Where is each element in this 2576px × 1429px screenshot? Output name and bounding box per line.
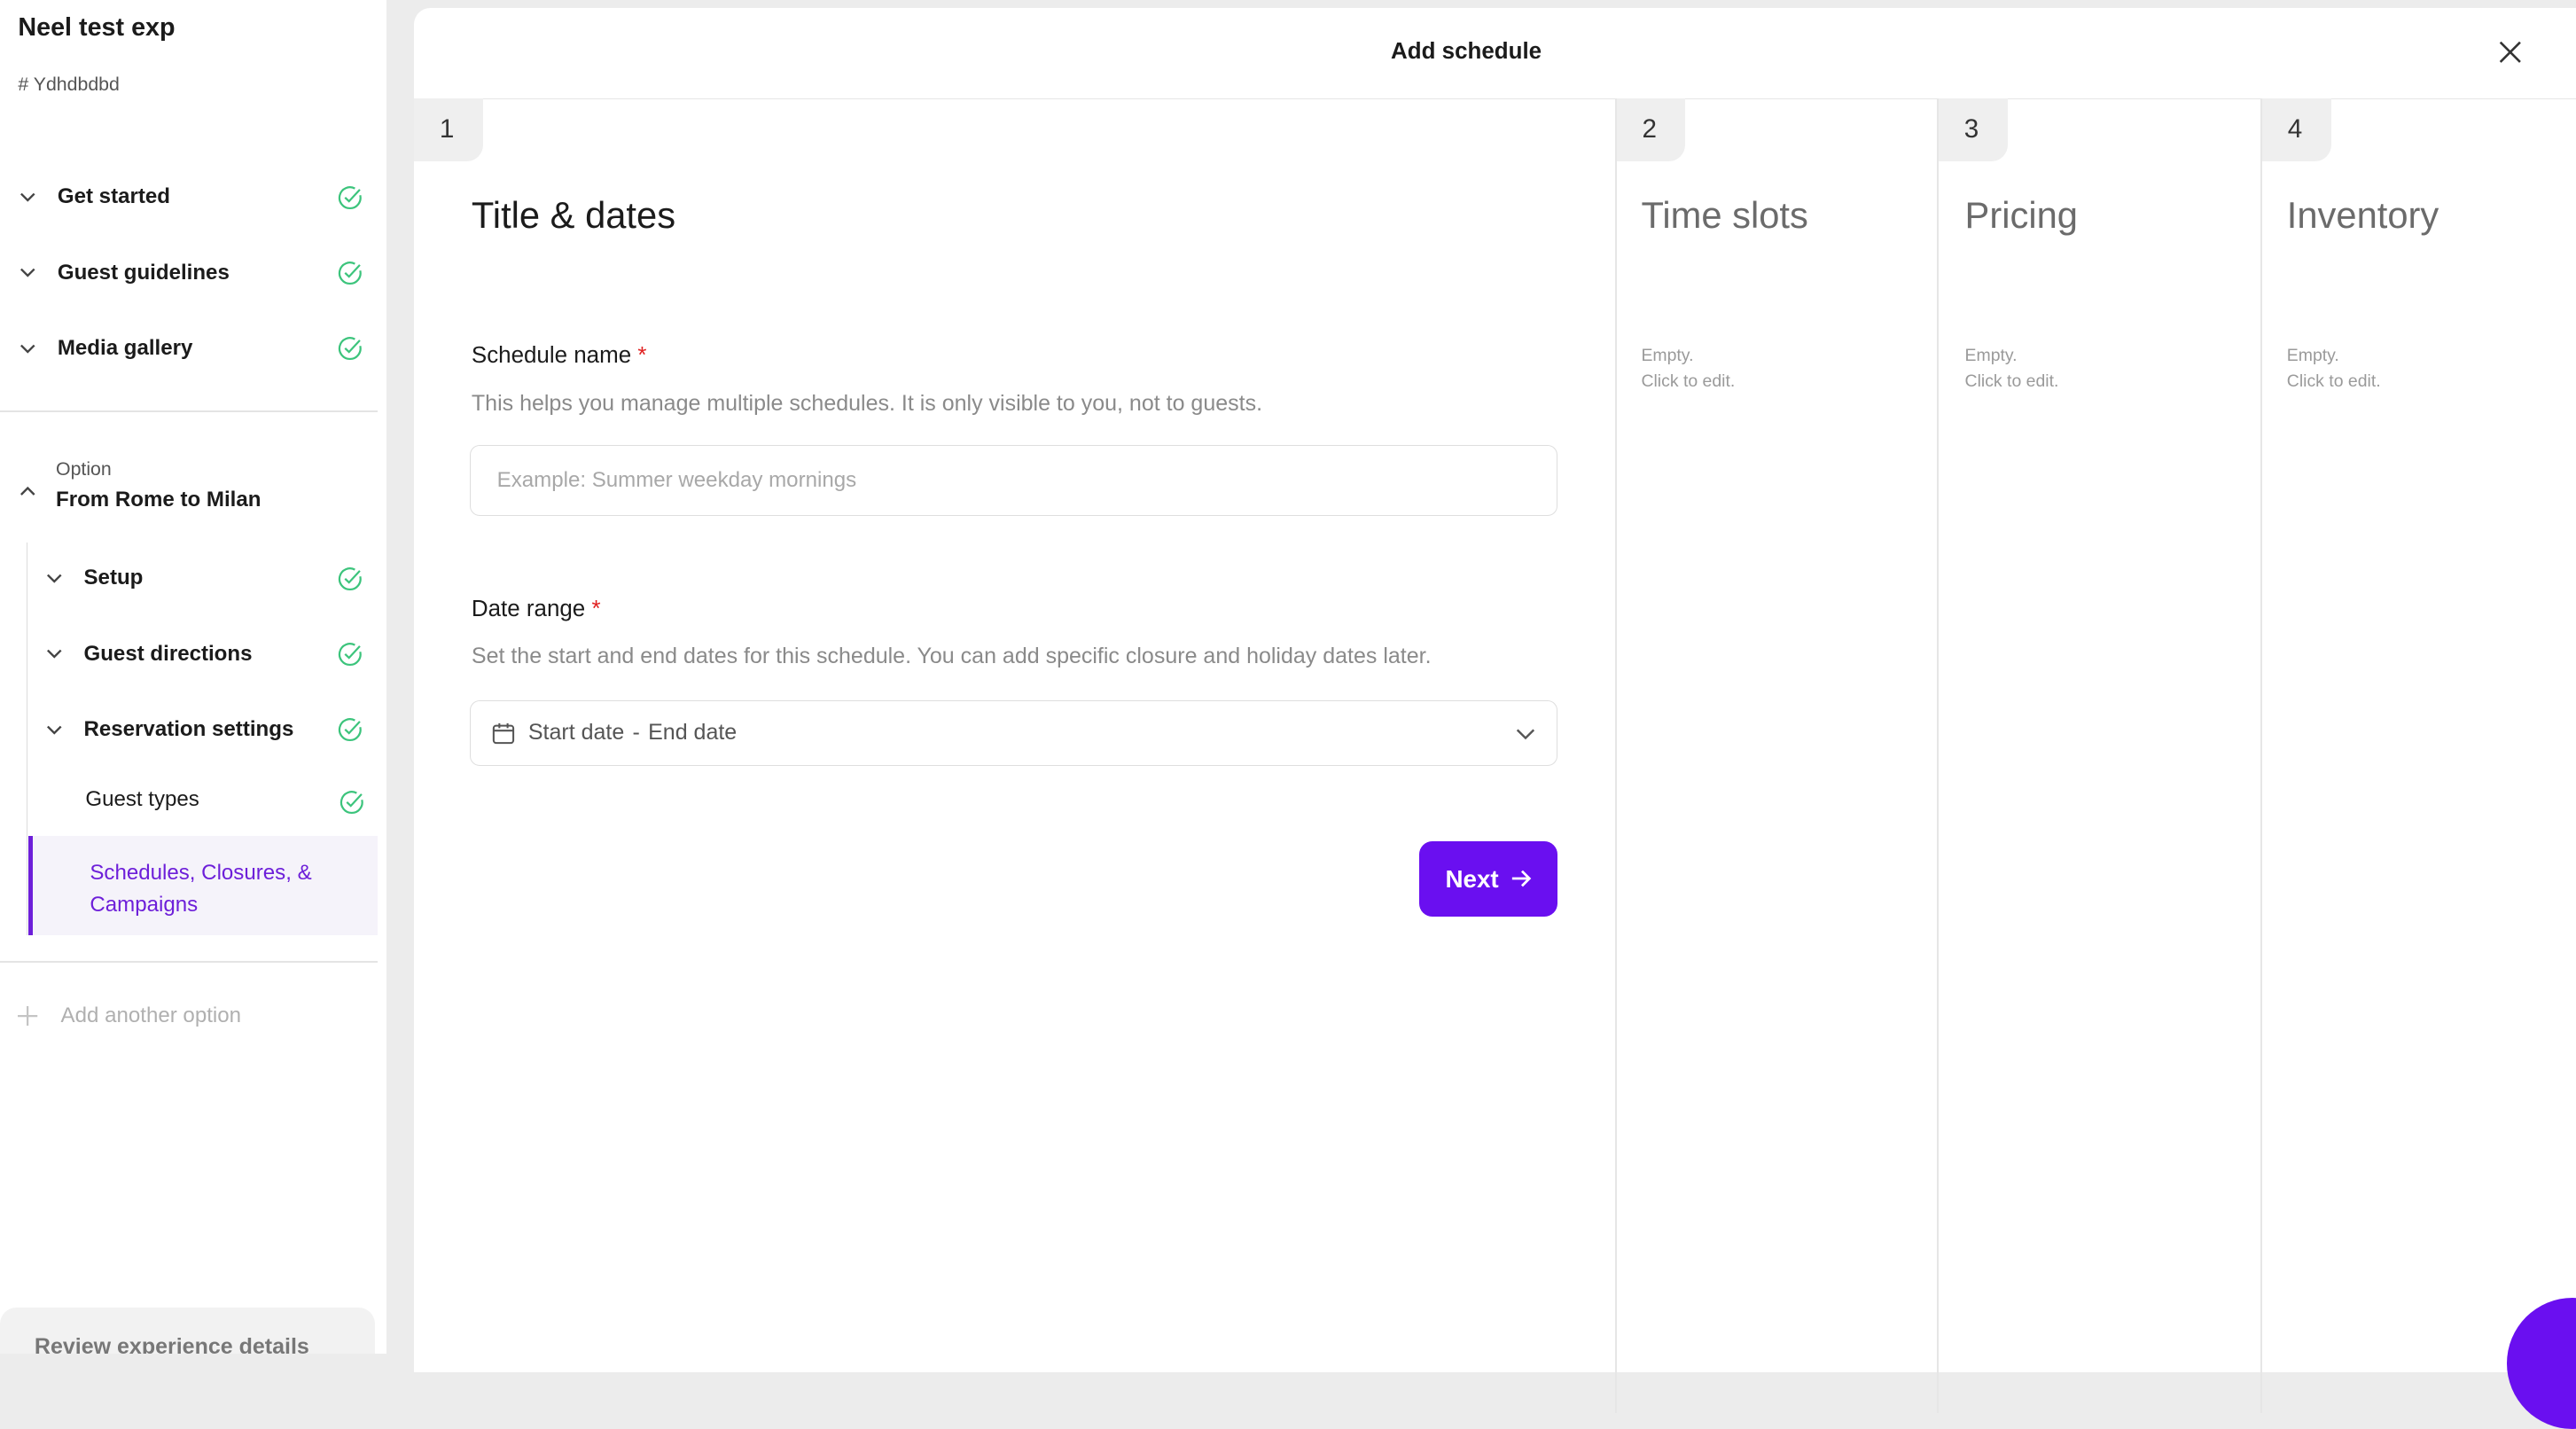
arrow-right-icon: [1511, 871, 1531, 887]
experience-id: # Ydhdbdbd: [18, 74, 120, 96]
empty-label: Empty.: [1641, 346, 1694, 366]
next-button[interactable]: Next: [1419, 840, 1557, 918]
sidebar-item-label: Media gallery: [57, 335, 193, 360]
calendar-icon: [492, 722, 515, 744]
review-experience-details-button[interactable]: Review experience details: [0, 1308, 375, 1355]
check-circle-icon: [338, 718, 362, 742]
column-divider: [2260, 98, 2262, 1413]
sidebar-item-label: Get started: [57, 184, 170, 209]
chevron-down-icon: [20, 264, 36, 281]
check-circle-icon: [340, 790, 363, 814]
option-label: Option: [56, 458, 112, 480]
step-number-1: 1: [414, 98, 483, 161]
step-title-pricing[interactable]: Pricing: [1965, 194, 2078, 237]
add-another-option-button[interactable]: Add another option: [18, 1003, 241, 1028]
schedule-name-help: This helps you manage multiple schedules…: [471, 391, 1263, 417]
step-number-2[interactable]: 2: [1616, 98, 1686, 161]
start-date-placeholder: Start date: [527, 720, 625, 746]
sidebar-item-label: Schedules, Closures, & Campaigns: [90, 861, 312, 917]
click-to-edit-label: Click to edit.: [1964, 371, 2059, 392]
sidebar-item-label: Setup: [83, 566, 144, 590]
step-number-3[interactable]: 3: [1938, 98, 2008, 161]
sidebar-divider: [0, 961, 379, 964]
click-to-edit-label: Click to edit.: [1641, 371, 1736, 392]
chevron-down-icon: [1516, 729, 1534, 739]
inventory-empty-note[interactable]: Empty. Click to edit.: [2287, 343, 2381, 394]
chevron-down-icon: [46, 570, 63, 587]
chevron-down-icon: [46, 722, 63, 738]
sidebar-item-guest-guidelines[interactable]: Guest guidelines: [20, 254, 384, 291]
step-title-title-dates: Title & dates: [471, 193, 676, 236]
check-circle-icon: [338, 185, 362, 209]
chevron-down-icon: [46, 645, 63, 662]
time-slots-empty-note[interactable]: Empty. Click to edit.: [1641, 343, 1735, 394]
required-mark: *: [591, 596, 601, 621]
sidebar-item-setup[interactable]: Setup: [46, 560, 385, 597]
schedule-name-label: Schedule name *: [472, 343, 647, 369]
required-mark: *: [637, 343, 647, 369]
check-circle-icon: [338, 261, 362, 285]
date-range-label: Date range *: [472, 597, 601, 622]
empty-label: Empty.: [2286, 346, 2339, 366]
sidebar-item-label: Guest directions: [83, 641, 253, 666]
chevron-down-icon: [20, 340, 36, 357]
close-icon[interactable]: [2497, 39, 2524, 66]
schedule-name-label-text: Schedule name: [471, 343, 632, 369]
add-option-label: Add another option: [60, 1003, 242, 1028]
sidebar-divider: [0, 410, 379, 413]
option-title[interactable]: From Rome to Milan: [56, 488, 261, 512]
date-range-help: Set the start and end dates for this sch…: [471, 644, 1432, 669]
experience-title: Neel test exp: [18, 12, 176, 42]
modal-title: Add schedule: [1391, 39, 1542, 65]
end-date-placeholder: End date: [648, 720, 738, 746]
step-title-time-slots[interactable]: Time slots: [1641, 194, 1807, 237]
empty-label: Empty.: [1964, 346, 2018, 366]
column-divider: [1614, 98, 1617, 1413]
date-range-picker[interactable]: Start date - End date: [470, 699, 1557, 766]
chevron-up-icon[interactable]: [20, 476, 36, 506]
step-title-inventory[interactable]: Inventory: [2287, 194, 2439, 237]
sidebar-item-reservation-settings[interactable]: Reservation settings: [46, 711, 385, 747]
sidebar-item-schedules-closures-campaigns[interactable]: Schedules, Closures, & Campaigns: [27, 836, 379, 935]
schedule-name-input[interactable]: [470, 445, 1557, 516]
sidebar-item-label: Reservation settings: [83, 716, 294, 741]
check-circle-icon: [338, 642, 362, 666]
modal-header: Add schedule: [414, 8, 2576, 100]
date-range-label-text: Date range: [471, 596, 586, 621]
chevron-down-icon: [20, 189, 36, 206]
pricing-empty-note[interactable]: Empty. Click to edit.: [1965, 343, 2059, 394]
sidebar-item-guest-types[interactable]: Guest types: [85, 787, 199, 812]
click-to-edit-label: Click to edit.: [2286, 371, 2381, 392]
step-number-4[interactable]: 4: [2261, 98, 2331, 161]
sidebar-item-media-gallery[interactable]: Media gallery: [20, 331, 384, 367]
add-schedule-modal: Add schedule 1 Title & dates Schedule na…: [414, 8, 2576, 1413]
next-button-label: Next: [1445, 864, 1499, 893]
sidebar: Neel test exp # Ydhdbdbd Get started Gue…: [0, 0, 386, 1355]
check-circle-icon: [338, 337, 362, 361]
column-divider: [1937, 98, 1939, 1413]
date-separator: -: [632, 720, 640, 746]
check-circle-icon: [338, 566, 362, 590]
plus-icon: [18, 1006, 38, 1027]
sidebar-item-label: Guest guidelines: [57, 260, 230, 285]
sidebar-item-guest-directions[interactable]: Guest directions: [46, 636, 385, 672]
sidebar-item-get-started[interactable]: Get started: [20, 179, 384, 215]
